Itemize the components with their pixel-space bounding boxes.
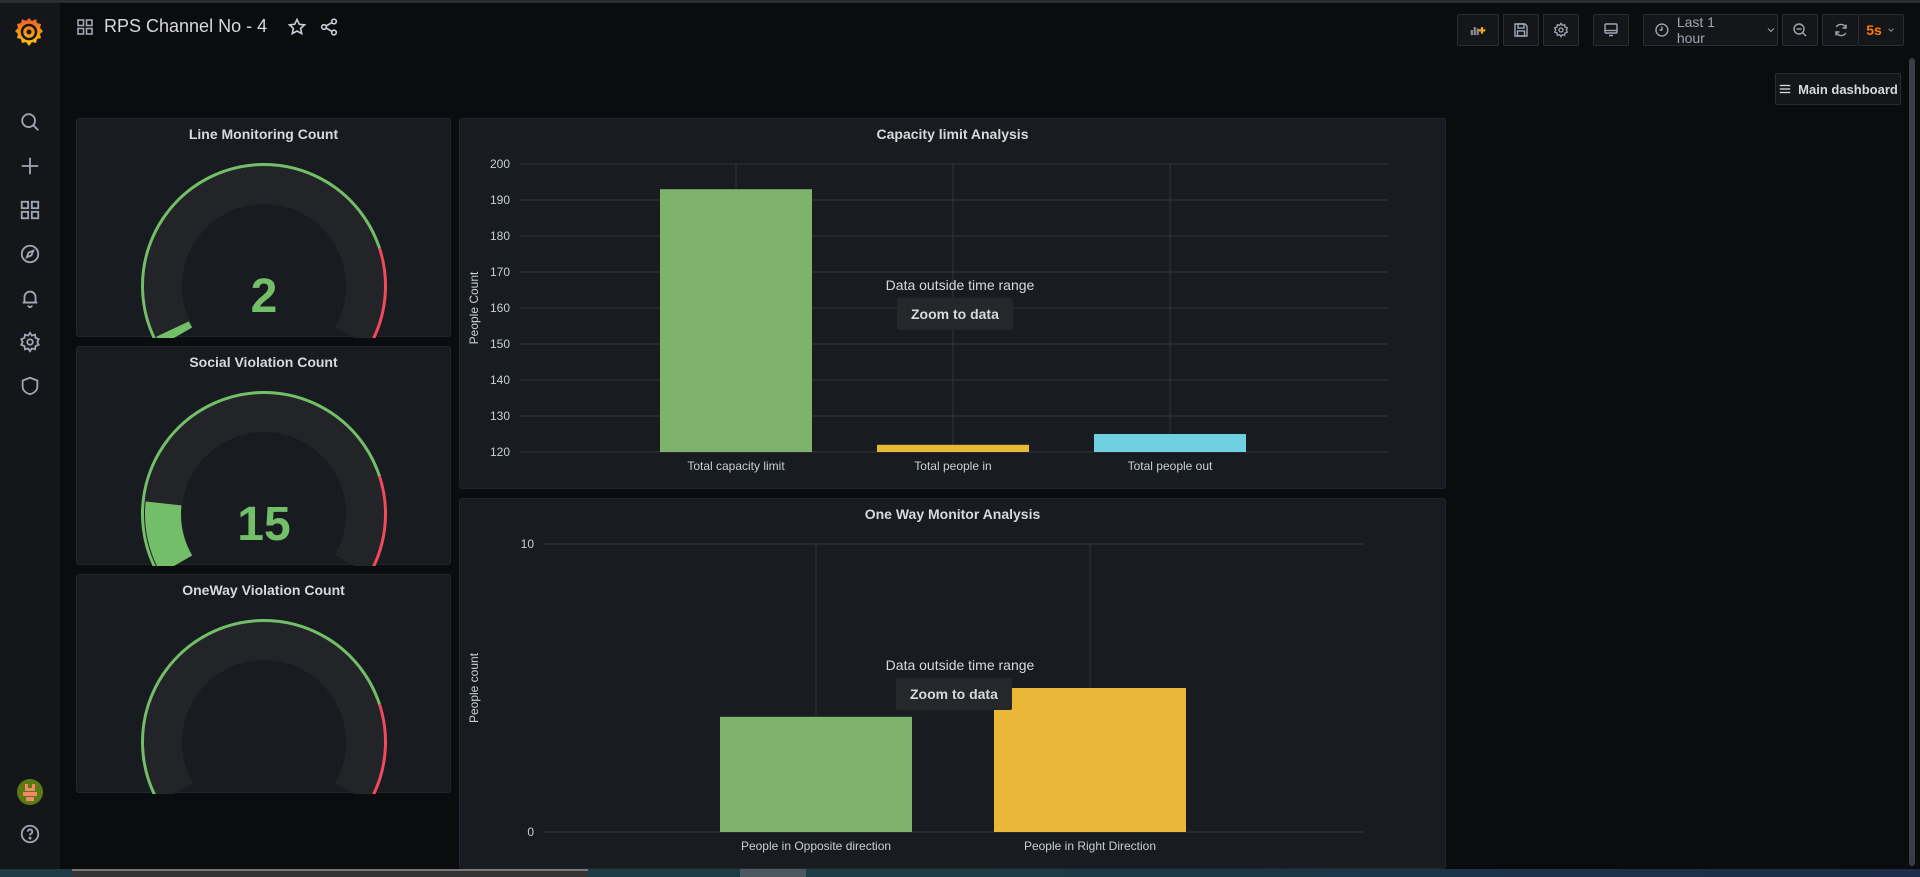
bell-icon[interactable] [15,283,45,313]
y-tick-label: 150 [490,337,510,351]
grafana-logo-icon[interactable] [12,15,46,49]
y-tick-label: 120 [490,445,510,459]
refresh-interval-label: 5s [1866,22,1882,38]
gauge-track [144,622,384,794]
x-tick-label: Total capacity limit [687,459,785,473]
menu-icon [1779,84,1791,94]
zoom-to-data-button[interactable]: Zoom to data [896,678,1012,710]
save-dashboard-button[interactable] [1503,14,1539,46]
bar [660,189,812,452]
y-tick-label: 170 [490,265,510,279]
gauge-panel-social-violation[interactable]: Social Violation Count 15 [76,346,451,566]
y-tick-label: 160 [490,301,510,315]
refresh-icon [1834,23,1847,37]
x-tick-label: People in Opposite direction [741,839,891,853]
time-range-label: Last 1 hour [1676,14,1715,46]
zoom-out-icon [1793,23,1807,37]
y-axis-label: People Count [467,271,481,344]
save-icon [1514,23,1528,37]
y-tick-label: 200 [490,157,510,171]
sidebar [0,3,60,869]
taskbar-item[interactable] [740,869,806,877]
gear-icon[interactable] [15,327,45,357]
star-icon[interactable] [287,17,307,37]
y-axis-label: People count [467,652,481,723]
no-data-message: Data outside time range [885,657,1035,673]
bar [994,688,1186,832]
zoom-out-button[interactable] [1782,14,1818,46]
compass-icon[interactable] [15,239,45,269]
y-tick-label: 140 [490,373,510,387]
chevron-down-icon [1767,28,1775,33]
gauge-line-monitoring: 2 [141,163,387,338]
chart-panel-oneway[interactable]: One Way Monitor Analysis 0 10 People count… [459,498,1446,869]
bar [877,444,1029,452]
add-panel-icon [1470,27,1486,36]
dashboards-icon[interactable] [15,195,45,225]
dashboard-header: RPS Channel No - 4 [76,16,339,37]
no-data-message: Data outside time range [885,277,1035,293]
y-tick-label: 190 [490,193,510,207]
gauge-value-text: 2 [251,270,278,323]
monitor-icon [1604,23,1618,37]
gauge-value-text: 15 [237,498,290,551]
bar [1094,434,1246,452]
gauge-value-arc [145,501,193,566]
search-icon[interactable] [15,107,45,137]
avatar[interactable] [17,779,43,805]
gear-icon [1553,22,1569,38]
y-tick-label: 0 [527,825,534,839]
time-range-picker[interactable]: Last 1 hour [1643,14,1778,46]
add-panel-button[interactable] [1457,14,1499,46]
gauge-social-violation: 15 [141,391,387,566]
tv-mode-button[interactable] [1593,14,1629,46]
shield-icon[interactable] [15,371,45,401]
x-tick-label: Total people out [1128,459,1213,473]
taskbar-item[interactable] [72,869,588,877]
main-dashboard-button[interactable]: Main dashboard [1775,73,1901,105]
y-tick-label: 10 [521,537,535,551]
dashboard-title[interactable]: RPS Channel No - 4 [104,16,267,37]
window-top-border [0,0,1920,3]
chart-panel-capacity[interactable]: Capacity limit Analysis 120 130 140 150 160 1… [459,118,1446,489]
dashboards-grid-icon[interactable] [76,18,94,36]
chevron-down-icon [1887,28,1894,32]
bar [720,716,912,832]
dashboard-settings-button[interactable] [1543,14,1579,46]
toolbar: Last 1 hour 5s [1457,14,1904,46]
share-icon[interactable] [319,17,339,37]
main-dashboard-label: Main dashboard [1798,81,1898,97]
help-icon[interactable] [15,819,45,849]
gauge-value-arc [156,321,193,338]
y-tick-label: 180 [490,229,510,243]
x-tick-label: Total people in [914,459,991,473]
x-tick-label: People in Right Direction [1024,839,1156,853]
y-tick-label: 130 [490,409,510,423]
refresh-interval-picker[interactable]: 5s [1858,14,1904,46]
gauge-oneway-violation [141,619,387,794]
clock-icon [1655,23,1669,37]
gauge-panel-oneway-violation[interactable]: OneWay Violation Count [76,574,451,794]
page-scrollbar[interactable] [1909,58,1915,866]
zoom-to-data-button[interactable]: Zoom to data [897,298,1013,330]
plus-icon[interactable] [15,151,45,181]
refresh-button[interactable] [1822,14,1858,46]
gauge-panel-line-monitoring[interactable]: Line Monitoring Count 2 [76,118,451,338]
